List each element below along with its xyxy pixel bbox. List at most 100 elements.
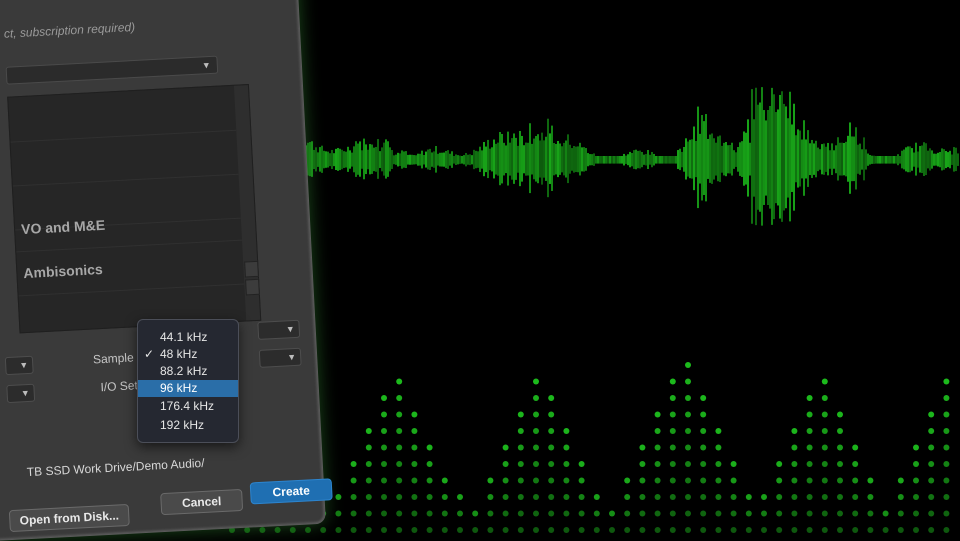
meter-dot — [867, 477, 874, 484]
menu-item-48[interactable]: ✓ 48 kHz — [138, 346, 238, 363]
template-list[interactable]: VO and M&E Ambisonics — [7, 84, 262, 334]
meter-dot — [654, 461, 661, 467]
meter-dot — [821, 395, 828, 401]
meter-dot — [502, 477, 509, 484]
meter-dot — [761, 527, 767, 533]
meter-dot — [654, 510, 661, 517]
meter-dot — [821, 494, 828, 500]
meter-dot — [913, 510, 919, 517]
meter-dot — [943, 461, 950, 467]
meter-dot — [867, 510, 874, 517]
meter-dot — [700, 428, 707, 434]
meter-dot — [745, 510, 752, 517]
create-button[interactable]: Create — [249, 478, 333, 505]
meter-dot — [320, 527, 327, 533]
meter-dot — [669, 527, 676, 533]
meter-dot — [365, 494, 372, 500]
meter-dot — [548, 477, 555, 484]
meter-dot — [669, 378, 676, 385]
meter-dot — [411, 461, 418, 467]
scroll-down-button[interactable] — [245, 278, 260, 296]
meter-dot — [715, 444, 722, 451]
meter-dot — [669, 477, 676, 484]
meter-dot — [365, 477, 372, 484]
meter-dot — [654, 527, 661, 533]
meter-dot — [806, 494, 813, 500]
meter-dot — [837, 494, 843, 500]
meter-dot — [928, 527, 935, 533]
meter-dot — [411, 494, 418, 500]
template-group-select[interactable]: ▼ — [5, 55, 219, 85]
meter-dot — [897, 527, 904, 533]
meter-dot — [578, 461, 585, 467]
meter-dot — [593, 527, 600, 533]
meter-dot — [897, 477, 904, 484]
meter-dot — [685, 395, 691, 401]
meter-dot — [533, 378, 539, 385]
meter-dot — [365, 510, 372, 517]
menu-item-label: 48 kHz — [160, 347, 198, 361]
meter-dot — [426, 510, 433, 517]
new-session-dialog: ct, subscription required) ▼ VO and M&E … — [0, 0, 333, 541]
meter-dot — [730, 510, 737, 517]
meter-dot — [396, 527, 403, 533]
meter-dot — [609, 510, 615, 517]
cancel-button[interactable]: Cancel — [160, 488, 244, 516]
meter-dot — [806, 510, 813, 517]
meter-dot — [609, 527, 615, 533]
meter-dot — [730, 527, 737, 533]
meter-dot — [533, 428, 539, 434]
meter-dot — [700, 527, 707, 533]
sample-rate-menu[interactable]: 44.1 kHz ✓ 48 kHz 88.2 kHz 96 kHz 176.4 k… — [137, 319, 239, 443]
menu-item-label: 176.4 kHz — [160, 399, 215, 413]
meter-dot — [502, 527, 509, 533]
meter-dot — [685, 494, 691, 500]
meter-dot — [913, 527, 919, 533]
meter-dot — [776, 477, 783, 484]
meter-dot — [669, 395, 676, 401]
scroll-up-button[interactable] — [244, 260, 259, 278]
meter-dot — [791, 428, 798, 434]
meter-dot — [548, 411, 555, 418]
meter-dot — [669, 444, 676, 451]
meter-dot — [426, 477, 433, 484]
meter-dot — [943, 477, 950, 484]
meter-dot — [487, 527, 494, 533]
meter-dot — [882, 510, 889, 517]
meter-dot — [943, 411, 950, 418]
meter-dot — [685, 444, 691, 451]
meter-dot — [685, 378, 691, 385]
save-location-path: TB SSD Work Drive/Demo Audio/ — [26, 455, 205, 480]
meter-dot — [426, 527, 433, 533]
meter-dot — [943, 527, 950, 533]
meter-dot — [821, 444, 828, 451]
meter-dot — [806, 477, 813, 484]
menu-item-176-4[interactable]: 176.4 kHz — [138, 398, 238, 415]
meter-dot — [730, 461, 737, 467]
meter-dot — [365, 444, 372, 451]
menu-item-44-1[interactable]: 44.1 kHz — [138, 329, 238, 346]
meter-dot — [533, 527, 539, 533]
meter-dot — [381, 444, 387, 451]
meter-dot — [578, 477, 585, 484]
menu-item-192[interactable]: 192 kHz — [138, 417, 238, 434]
open-from-disk-button[interactable]: Open from Disk... — [8, 503, 130, 533]
menu-item-88-2[interactable]: 88.2 kHz — [138, 363, 238, 380]
sample-rate-select[interactable]: ▼ — [257, 319, 301, 340]
meter-dot — [335, 494, 342, 500]
meter-dot — [578, 510, 585, 517]
meter-dot — [624, 477, 631, 484]
bit-depth-select[interactable]: ▼ — [6, 383, 36, 404]
meter-dot — [350, 494, 357, 500]
meter-dot — [533, 444, 539, 451]
meter-dot — [852, 510, 859, 517]
meter-dot — [685, 362, 691, 368]
meter-dot — [837, 461, 843, 467]
meter-dot — [791, 527, 798, 533]
subscription-note: ct, subscription required) — [3, 19, 136, 41]
meter-dot — [411, 428, 418, 434]
file-type-select[interactable]: ▼ — [4, 355, 34, 376]
io-settings-select[interactable]: ▼ — [258, 347, 302, 368]
menu-item-96[interactable]: 96 kHz — [138, 380, 238, 397]
meter-dot — [700, 477, 707, 484]
